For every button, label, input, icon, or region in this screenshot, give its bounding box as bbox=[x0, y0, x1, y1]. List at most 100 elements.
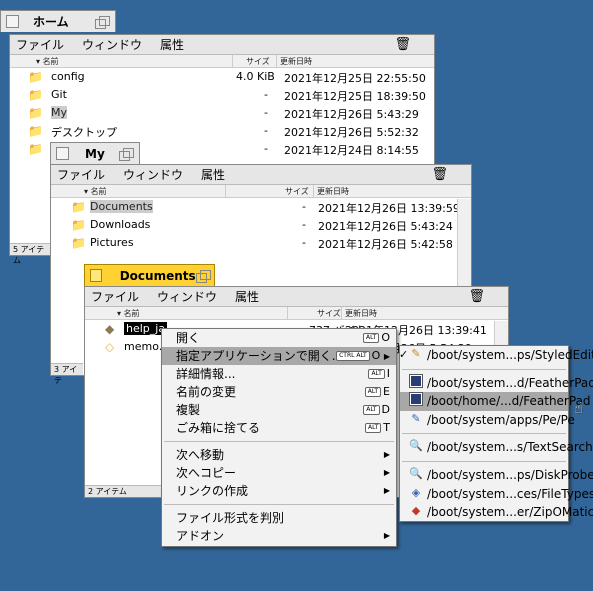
close-box[interactable] bbox=[90, 269, 102, 282]
menu-attributes[interactable]: 属性 bbox=[201, 166, 225, 183]
list-item[interactable]: 📁 Documents - 2021年12月26日 13:39:59 bbox=[71, 198, 471, 216]
menu-item-get-info[interactable]: 詳細情報... ALT I bbox=[162, 365, 396, 383]
document-icon: ◇ bbox=[105, 340, 115, 354]
featherpad-icon bbox=[409, 393, 423, 407]
menu-window[interactable]: ウィンドウ bbox=[123, 166, 183, 183]
menu-item-addons[interactable]: アドオン ▶ bbox=[162, 527, 396, 545]
diskprobe-icon: 🔍 bbox=[409, 466, 423, 480]
menu-bar: ファイル ウィンドウ 属性 🗑 bbox=[51, 165, 471, 185]
menu-item-rename[interactable]: 名前の変更 ALT E bbox=[162, 383, 396, 401]
col-size[interactable]: サイズ bbox=[285, 186, 309, 197]
styled-edit-icon: ✎ bbox=[411, 347, 421, 360]
file-list: 📁 Documents - 2021年12月26日 13:39:59 📁 Dow… bbox=[51, 198, 471, 252]
menu-item-open[interactable]: 開く ALT O bbox=[162, 329, 396, 347]
menu-item-create-link[interactable]: リンクの作成 ▶ bbox=[162, 482, 396, 500]
submenu-arrow-icon: ▶ bbox=[383, 486, 390, 495]
col-name: ▾ 名前 bbox=[84, 187, 107, 196]
menu-item-trash[interactable]: ごみ箱に捨てる ALT T bbox=[162, 419, 396, 437]
context-menu: 開く ALT O 指定アプリケーションで開く... CTRL ALT O ▶ 詳細情報.… bbox=[161, 328, 397, 547]
col-size[interactable]: サイズ bbox=[246, 56, 270, 67]
trash-icon[interactable]: 🗑 bbox=[431, 167, 448, 182]
menu-item-duplicate[interactable]: 複製 ALT D bbox=[162, 401, 396, 419]
menu-separator bbox=[162, 437, 396, 446]
list-item[interactable]: 📁 Git - 2021年12月25日 18:39:50 bbox=[28, 86, 434, 104]
menu-separator bbox=[400, 457, 568, 466]
list-item[interactable]: 📁 Pictures - 2021年12月26日 5:42:58 bbox=[71, 234, 471, 252]
zoom-box[interactable] bbox=[119, 147, 134, 161]
menu-attributes[interactable]: 属性 bbox=[235, 288, 259, 305]
list-item[interactable]: 📁 My - 2021年12月26日 5:43:29 bbox=[28, 104, 434, 122]
folder-icon: 📁 bbox=[28, 124, 43, 138]
folder-icon: 📁 bbox=[28, 70, 43, 84]
zoom-box[interactable] bbox=[95, 15, 110, 29]
documents-window-tab[interactable]: Documents bbox=[84, 264, 215, 286]
col-modified[interactable]: 更新日時 bbox=[345, 308, 377, 319]
zoom-box[interactable] bbox=[195, 269, 212, 283]
list-item[interactable]: 📁 デスクトップ - 2021年12月26日 5:52:32 bbox=[28, 122, 434, 140]
submenu-arrow-icon: ▶ bbox=[383, 352, 390, 361]
filetypes-icon: ◈ bbox=[411, 485, 421, 499]
menu-item-move-to[interactable]: 次へ移動 ▶ bbox=[162, 446, 396, 464]
window-title: Documents bbox=[119, 268, 196, 283]
pe-icon: ✎ bbox=[411, 411, 421, 425]
menu-file[interactable]: ファイル bbox=[91, 288, 139, 305]
menu-window[interactable]: ウィンドウ bbox=[157, 288, 217, 305]
submenu-arrow-icon: ▶ bbox=[383, 531, 390, 540]
menu-item-copy-to[interactable]: 次へコピー ▶ bbox=[162, 464, 396, 482]
zipomatic-icon: ◆ bbox=[411, 504, 421, 518]
menu-item-open-with[interactable]: 指定アプリケーションで開く... CTRL ALT O ▶ bbox=[162, 347, 396, 365]
col-modified[interactable]: 更新日時 bbox=[317, 186, 349, 197]
folder-icon: 📁 bbox=[71, 236, 86, 250]
window-title: ホーム bbox=[33, 15, 69, 29]
menu-attributes[interactable]: 属性 bbox=[160, 36, 184, 53]
close-box[interactable] bbox=[6, 15, 19, 28]
menu-item-identify-type[interactable]: ファイル形式を判別 bbox=[162, 509, 396, 527]
home-window-tab[interactable]: ホーム bbox=[0, 10, 116, 32]
folder-icon: 📁 bbox=[71, 200, 86, 214]
app-item-styled-edit[interactable]: ✓ ✎/boot/system...ps/StyledEdit bbox=[399, 346, 593, 365]
featherpad-icon bbox=[409, 374, 423, 389]
list-item[interactable]: 📁 Downloads - 2021年12月26日 5:43:24 bbox=[71, 216, 471, 234]
folder-icon: 📁 bbox=[71, 218, 86, 232]
menu-separator bbox=[400, 365, 568, 374]
column-header[interactable]: ▾ 名前 サイズ 更新日時 bbox=[51, 185, 471, 198]
menu-bar: ファイル ウィンドウ 属性 🗑 bbox=[10, 35, 434, 55]
app-item-filetypes[interactable]: ◈/boot/system...ces/FileTypes bbox=[400, 485, 593, 504]
app-item-featherpad-system[interactable]: /boot/system...d/FeatherPad bbox=[400, 374, 593, 393]
folder-icon: 📁 bbox=[28, 106, 43, 120]
app-item-pe[interactable]: ✎/boot/system/apps/Pe/Pe bbox=[400, 411, 574, 430]
app-item-featherpad-home[interactable]: /boot/home/...d/FeatherPad bbox=[400, 392, 591, 411]
col-modified[interactable]: 更新日時 bbox=[280, 56, 312, 67]
menu-separator bbox=[162, 500, 396, 509]
submenu-arrow-icon: ▶ bbox=[383, 468, 390, 477]
app-item-diskprobe[interactable]: 🔍/boot/system...ps/DiskProbe bbox=[400, 466, 593, 485]
textsearch-icon: 🔍 bbox=[409, 439, 423, 453]
status-bar: 2 アイテム bbox=[85, 485, 161, 497]
status-bar: 5 アイテム bbox=[10, 243, 50, 265]
menu-file[interactable]: ファイル bbox=[57, 166, 105, 183]
col-size[interactable]: サイズ bbox=[317, 308, 341, 319]
column-header[interactable]: ▾ 名前 サイズ 更新日時 bbox=[10, 55, 434, 68]
document-icon: ◆ bbox=[105, 322, 115, 336]
menu-separator bbox=[400, 429, 568, 438]
column-header[interactable]: ▾ 名前 サイズ 更新日時 bbox=[85, 307, 508, 320]
trash-icon[interactable]: 🗑 bbox=[468, 289, 485, 304]
my-window-tab[interactable]: My bbox=[50, 142, 140, 164]
open-with-submenu: ✓ ✎/boot/system...ps/StyledEdit /boot/sys… bbox=[399, 345, 593, 522]
close-box[interactable] bbox=[56, 147, 69, 160]
list-item[interactable]: 📁 config 4.0 KiB 2021年12月25日 22:55:50 bbox=[28, 68, 434, 86]
checkmark-icon: ✓ bbox=[399, 348, 409, 361]
menu-file[interactable]: ファイル bbox=[16, 36, 64, 53]
menu-window[interactable]: ウィンドウ bbox=[82, 36, 142, 53]
submenu-arrow-icon: ▶ bbox=[383, 450, 390, 459]
col-name: ▾ 名前 bbox=[117, 309, 140, 318]
app-item-zipomatic[interactable]: ◆/boot/system...er/ZipOMatic bbox=[400, 503, 593, 522]
folder-icon: 📁 bbox=[28, 142, 43, 156]
trash-icon[interactable]: 🗑 bbox=[394, 37, 411, 52]
menu-bar: ファイル ウィンドウ 属性 🗑 bbox=[85, 287, 508, 307]
app-item-textsearch[interactable]: 🔍/boot/system...s/TextSearch bbox=[400, 438, 593, 457]
status-bar: 3 アイテ bbox=[51, 363, 83, 385]
folder-icon: 📁 bbox=[28, 88, 43, 102]
col-name: ▾ 名前 bbox=[36, 57, 59, 66]
hand-cursor-icon: ☝ bbox=[574, 399, 584, 417]
